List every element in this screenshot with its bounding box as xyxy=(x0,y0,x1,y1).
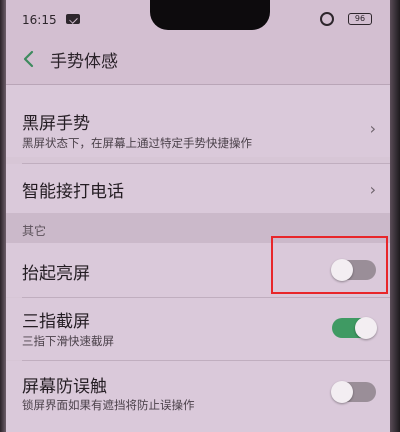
accidental-touch-toggle[interactable] xyxy=(331,381,376,403)
toggle-knob xyxy=(331,381,353,403)
three-finger-screenshot-toggle[interactable] xyxy=(332,317,377,339)
setting-row-three-finger-screenshot[interactable]: 三指截屏 三指下滑快速截屏 xyxy=(6,298,390,360)
phone-screen: 16:15 96 手势体感 黑屏手势 黑屏状态下，在屏幕上通过特定手势快捷操作 … xyxy=(0,0,400,432)
page-title: 手势体感 xyxy=(50,52,118,72)
wifi-icon xyxy=(320,12,334,26)
setting-row-accidental-touch[interactable]: 屏幕防误触 锁屏界面如果有遮挡将防止误操作 xyxy=(6,361,390,432)
setting-subtitle: 锁屏界面如果有遮挡将防止误操作 xyxy=(22,398,195,412)
setting-row-black-screen-gesture[interactable]: 黑屏手势 黑屏状态下，在屏幕上通过特定手势快捷操作 › xyxy=(6,85,390,157)
setting-subtitle: 三指下滑快速截屏 xyxy=(22,334,114,348)
status-time: 16:15 xyxy=(22,13,57,27)
setting-title: 抬起亮屏 xyxy=(22,264,90,284)
setting-subtitle: 黑屏状态下，在屏幕上通过特定手势快捷操作 xyxy=(22,136,252,150)
toggle-knob xyxy=(355,317,377,339)
phone-bezel-right xyxy=(390,0,400,432)
chevron-right-icon: › xyxy=(369,119,376,138)
setting-title: 屏幕防误触 xyxy=(22,377,107,397)
section-label: 其它 xyxy=(22,224,47,238)
phone-bezel-left xyxy=(0,0,6,432)
chevron-right-icon: › xyxy=(369,180,376,199)
setting-row-smart-call[interactable]: 智能接打电话 › xyxy=(6,164,390,213)
chevron-left-icon[interactable] xyxy=(20,50,38,68)
setting-title: 三指截屏 xyxy=(22,312,90,332)
setting-title: 黑屏手势 xyxy=(22,114,90,134)
setting-title: 智能接打电话 xyxy=(22,182,124,202)
camera-notch xyxy=(150,0,270,30)
message-icon xyxy=(66,14,80,24)
battery-icon: 96 xyxy=(348,13,372,25)
annotation-highlight-box xyxy=(271,236,388,294)
nav-bar: 手势体感 xyxy=(6,34,390,85)
